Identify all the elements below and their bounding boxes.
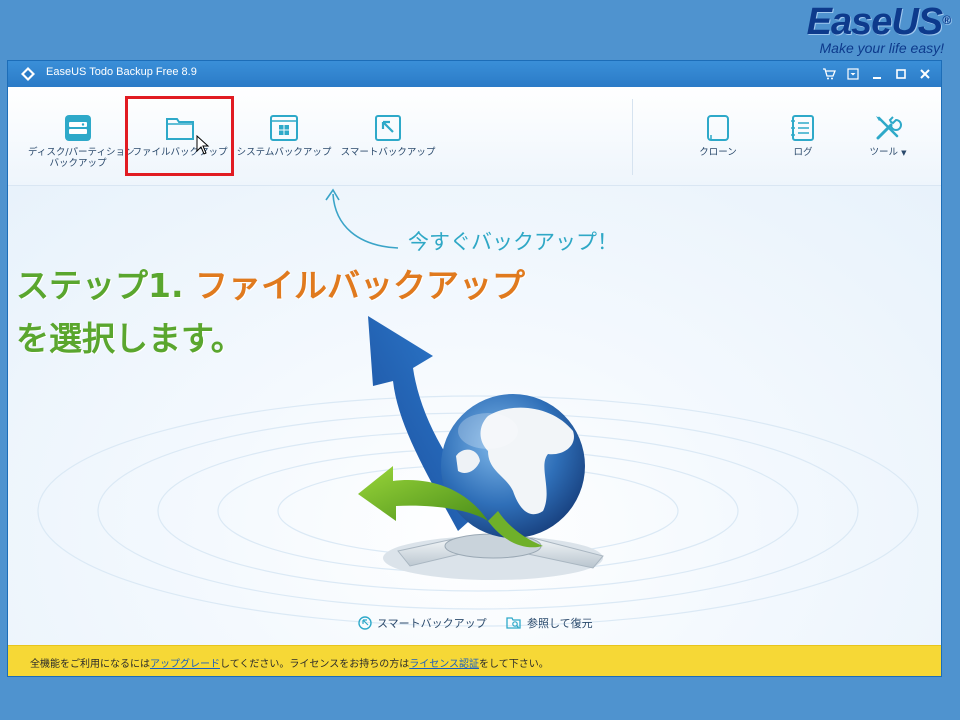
smart-backup-icon <box>375 115 401 141</box>
clone-label: クローン <box>699 147 737 158</box>
disk-partition-backup-button[interactable]: ディスク/パーティション バックアップ <box>28 87 135 185</box>
log-label: ログ <box>793 147 813 158</box>
close-button[interactable] <box>915 65 935 83</box>
main-content: 今すぐバックアップ！ ステップ1. ファイルバックアップ を選択します。 スマー… <box>8 186 941 646</box>
smart-backup-small-icon <box>358 616 372 630</box>
smart-backup-label: スマートバックアップ <box>340 147 436 158</box>
main-toolbar: ディスク/パーティション バックアップ ファイルバックアップ システムバックアッ… <box>8 87 941 186</box>
tools-button[interactable]: ツール ▼ <box>858 87 918 185</box>
minimize-button[interactable] <box>867 65 887 83</box>
brand-slogan: Make your life easy! <box>819 40 945 56</box>
menu-dropdown-icon <box>847 68 859 80</box>
footer-actions: スマートバックアップ 参照して復元 <box>8 611 941 637</box>
mouse-cursor-icon <box>196 135 210 155</box>
file-backup-label: ファイルバックアップ <box>132 147 228 158</box>
system-backup-button[interactable]: システムバックアップ <box>234 87 334 185</box>
system-backup-icon <box>270 115 298 141</box>
tools-label: ツール ▼ <box>869 147 907 158</box>
tools-dropdown-icon: ▼ <box>901 149 907 157</box>
globe-backup-illustration <box>358 316 604 580</box>
log-icon <box>791 115 814 141</box>
maximize-button[interactable] <box>891 65 911 83</box>
notice-text-part2: してください。ライセンスをお持ちの方は <box>220 659 410 670</box>
browse-restore-icon <box>506 617 521 629</box>
menu-button[interactable] <box>843 65 863 83</box>
clone-button[interactable]: クローン <box>688 87 748 185</box>
window-title: EaseUS Todo Backup Free 8.9 <box>46 66 197 78</box>
upgrade-link[interactable]: アップグレード <box>150 659 220 670</box>
notice-text-part1: 全機能をご利用になるには <box>30 659 150 670</box>
app-window: EaseUS Todo Backup Free 8.9 ディスク/パーティション… <box>7 60 942 677</box>
file-backup-button[interactable]: ファイルバックアップ <box>132 87 228 185</box>
minimize-icon <box>873 77 881 79</box>
license-notice-bar: 全機能をご利用になるにはアップグレードしてください。ライセンスをお持ちの方はライ… <box>8 645 941 676</box>
cart-icon <box>823 68 836 80</box>
tools-icon <box>876 116 902 140</box>
brand-logo: EaseUS® Make your life easy! <box>806 1 951 56</box>
folder-icon <box>166 118 194 140</box>
cart-button[interactable] <box>819 65 839 83</box>
disk-backup-label-line2: バックアップ <box>49 158 107 169</box>
browse-restore-link[interactable]: 参照して復元 <box>506 615 593 631</box>
toolbar-separator <box>632 99 633 175</box>
app-logo-icon <box>21 67 35 81</box>
smart-backup-link[interactable]: スマートバックアップ <box>358 615 487 631</box>
notice-text-part3: をして下さい。 <box>479 659 549 670</box>
browse-restore-link-label: 参照して復元 <box>527 617 593 630</box>
brand-name: EaseUS® <box>806 1 951 43</box>
smart-backup-button[interactable]: スマートバックアップ <box>338 87 438 185</box>
curved-pointer-arrow-icon <box>325 188 399 249</box>
maximize-icon <box>896 69 906 79</box>
smart-backup-link-label: スマートバックアップ <box>377 617 487 630</box>
backup-now-prompt: 今すぐバックアップ！ <box>408 230 618 254</box>
close-icon <box>920 69 930 79</box>
step-number: ステップ1. <box>16 266 184 305</box>
license-activation-link[interactable]: ライセンス認証 <box>409 659 479 670</box>
clone-icon <box>707 115 729 141</box>
system-backup-label: システムバックアップ <box>236 147 332 158</box>
log-button[interactable]: ログ <box>773 87 833 185</box>
step-target: ファイルバックアップ <box>195 266 525 305</box>
disk-backup-label-line1: ディスク/パーティション <box>28 147 135 158</box>
disk-backup-icon <box>65 115 91 141</box>
title-bar: EaseUS Todo Backup Free 8.9 <box>8 61 941 87</box>
registered-mark: ® <box>942 13 951 27</box>
license-notice-text: 全機能をご利用になるにはアップグレードしてください。ライセンスをお持ちの方はライ… <box>30 655 549 670</box>
